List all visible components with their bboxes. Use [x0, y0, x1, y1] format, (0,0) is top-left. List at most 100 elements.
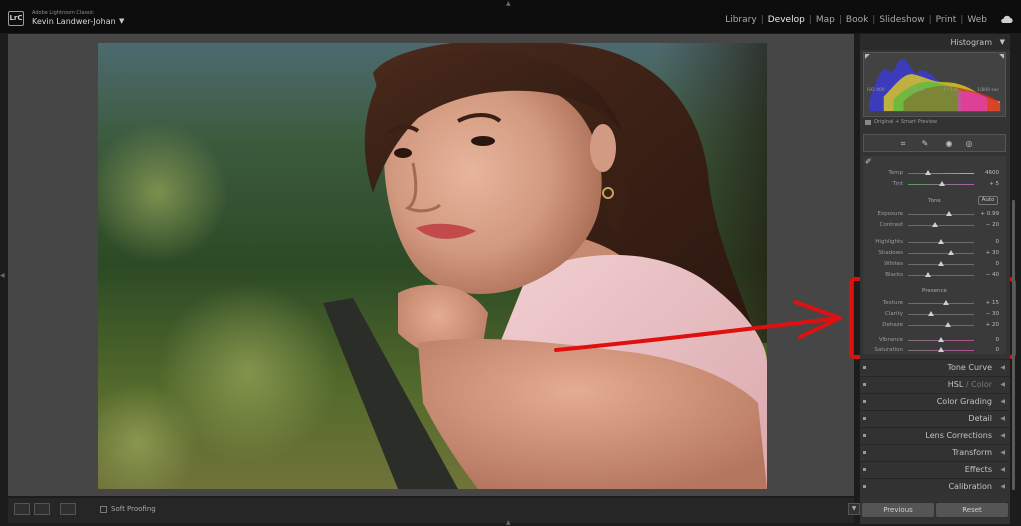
identity-dropdown-icon[interactable]: ▼: [119, 17, 124, 25]
top-panel-toggle-icon[interactable]: ▲: [506, 0, 511, 7]
slider-thumb[interactable]: [928, 311, 935, 316]
slider-value[interactable]: − 40: [986, 272, 999, 278]
panel-lens-corrections[interactable]: Lens Corrections ◀: [860, 427, 1010, 443]
slider-shadows[interactable]: Shadows + 30: [863, 248, 1006, 258]
panel-calibration[interactable]: Calibration ◀: [860, 478, 1010, 494]
slider-value[interactable]: − 20: [986, 222, 999, 228]
panel-hsl-color[interactable]: HSL / Color ◀: [860, 376, 1010, 392]
module-develop[interactable]: Develop: [764, 15, 809, 25]
expand-icon[interactable]: ◀: [1000, 381, 1005, 388]
white-balance-picker-icon[interactable]: ✐: [865, 157, 872, 166]
slider-track[interactable]: [908, 325, 974, 326]
hsl-tab[interactable]: HSL: [948, 380, 964, 389]
expand-icon[interactable]: ◀: [1000, 449, 1005, 456]
histogram-header[interactable]: Histogram ▼: [860, 34, 1010, 50]
slider-value[interactable]: + 30: [986, 250, 999, 256]
auto-tone-button[interactable]: Auto: [978, 196, 998, 205]
module-web[interactable]: Web: [963, 15, 991, 25]
identity-plate[interactable]: Kevin Landwer-Johan: [32, 17, 116, 26]
slider-track[interactable]: [908, 173, 974, 174]
slider-value[interactable]: 0: [996, 347, 1000, 353]
slider-whites[interactable]: Whites 0: [863, 259, 1006, 269]
panel-color-grading[interactable]: Color Grading ◀: [860, 393, 1010, 409]
slider-exposure[interactable]: Exposure + 0.99: [863, 209, 1006, 219]
slider-track[interactable]: [908, 275, 974, 276]
left-panel-toggle-icon[interactable]: ◀: [0, 272, 5, 279]
slider-thumb[interactable]: [938, 261, 944, 266]
cloud-icon[interactable]: [1000, 14, 1013, 24]
slider-value[interactable]: + 15: [986, 300, 999, 306]
slider-value[interactable]: − 30: [986, 311, 999, 317]
slider-thumb[interactable]: [924, 272, 931, 277]
slider-track[interactable]: [908, 314, 974, 315]
module-slideshow[interactable]: Slideshow: [875, 15, 928, 25]
slider-track[interactable]: [908, 214, 974, 215]
slider-vibrance[interactable]: Vibrance 0: [863, 335, 1006, 345]
panel-switch-icon[interactable]: [863, 468, 866, 471]
slider-track[interactable]: [908, 253, 974, 254]
module-book[interactable]: Book: [842, 15, 872, 25]
slider-texture[interactable]: Texture + 15: [863, 298, 1006, 308]
panel-switch-icon[interactable]: [863, 383, 866, 386]
module-print[interactable]: Print: [932, 15, 961, 25]
slider-thumb[interactable]: [945, 211, 952, 216]
soft-proofing-checkbox[interactable]: [100, 506, 107, 513]
loupe-view-button[interactable]: [14, 503, 30, 515]
slider-thumb[interactable]: [939, 181, 946, 186]
slider-thumb[interactable]: [924, 170, 931, 175]
expand-icon[interactable]: ◀: [1000, 398, 1005, 405]
previous-button[interactable]: Previous: [862, 503, 934, 517]
before-after-button[interactable]: [34, 503, 50, 515]
slider-thumb[interactable]: [942, 300, 949, 305]
slider-value[interactable]: + 0.99: [980, 211, 999, 217]
panel-detail[interactable]: Detail ◀: [860, 410, 1010, 426]
histogram-collapse-icon[interactable]: ▼: [1000, 38, 1005, 46]
slider-track[interactable]: [908, 225, 974, 226]
expand-icon[interactable]: ◀: [1000, 364, 1005, 371]
red-eye-icon[interactable]: ◉: [944, 139, 954, 149]
slider-temp[interactable]: Temp 4600: [863, 168, 1006, 178]
slider-value[interactable]: 0: [996, 261, 1000, 267]
slider-contrast[interactable]: Contrast − 20: [863, 220, 1006, 230]
panel-switch-icon[interactable]: [863, 485, 866, 488]
crop-tool-icon[interactable]: ⌗: [898, 139, 908, 149]
slider-value[interactable]: 4600: [985, 170, 999, 176]
slider-saturation[interactable]: Saturation 0: [863, 345, 1006, 355]
reset-button[interactable]: Reset: [936, 503, 1008, 517]
expand-icon[interactable]: ◀: [1000, 432, 1005, 439]
slider-thumb[interactable]: [947, 250, 954, 255]
panel-transform[interactable]: Transform ◀: [860, 444, 1010, 460]
histogram-graph[interactable]: [863, 52, 1006, 117]
slider-thumb[interactable]: [938, 337, 944, 342]
panel-switch-icon[interactable]: [863, 417, 866, 420]
slider-value[interactable]: 0: [996, 337, 1000, 343]
panel-scrollbar[interactable]: [1012, 200, 1015, 490]
slider-tint[interactable]: Tint + 5: [863, 179, 1006, 189]
expand-icon[interactable]: ◀: [1000, 415, 1005, 422]
module-map[interactable]: Map: [812, 15, 839, 25]
masking-icon[interactable]: ◎: [964, 139, 974, 149]
expand-icon[interactable]: ◀: [1000, 483, 1005, 490]
panel-tone-curve[interactable]: Tone Curve ◀: [860, 359, 1010, 375]
slider-blacks[interactable]: Blacks − 40: [863, 270, 1006, 280]
panel-switch-icon[interactable]: [863, 366, 866, 369]
healing-brush-icon[interactable]: ✎: [920, 139, 930, 149]
filmstrip-toggle-icon[interactable]: ▲: [506, 519, 511, 526]
slider-clarity[interactable]: Clarity − 30: [863, 309, 1006, 319]
panel-switch-icon[interactable]: [863, 451, 866, 454]
before-after-split-button[interactable]: [60, 503, 76, 515]
module-library[interactable]: Library: [721, 15, 760, 25]
slider-highlights[interactable]: Highlights 0: [863, 237, 1006, 247]
photo-preview[interactable]: [98, 43, 767, 489]
panel-effects[interactable]: Effects ◀: [860, 461, 1010, 477]
slider-dehaze[interactable]: Dehaze + 20: [863, 320, 1006, 330]
panel-switch-icon[interactable]: [863, 400, 866, 403]
slider-value[interactable]: + 20: [986, 322, 999, 328]
slider-thumb[interactable]: [932, 222, 939, 227]
toolbar-dropdown-icon[interactable]: ▼: [848, 503, 860, 515]
slider-thumb[interactable]: [938, 347, 944, 352]
slider-thumb[interactable]: [944, 322, 951, 327]
slider-value[interactable]: + 5: [989, 181, 999, 187]
slider-thumb[interactable]: [938, 239, 944, 244]
slider-track[interactable]: [908, 303, 974, 304]
